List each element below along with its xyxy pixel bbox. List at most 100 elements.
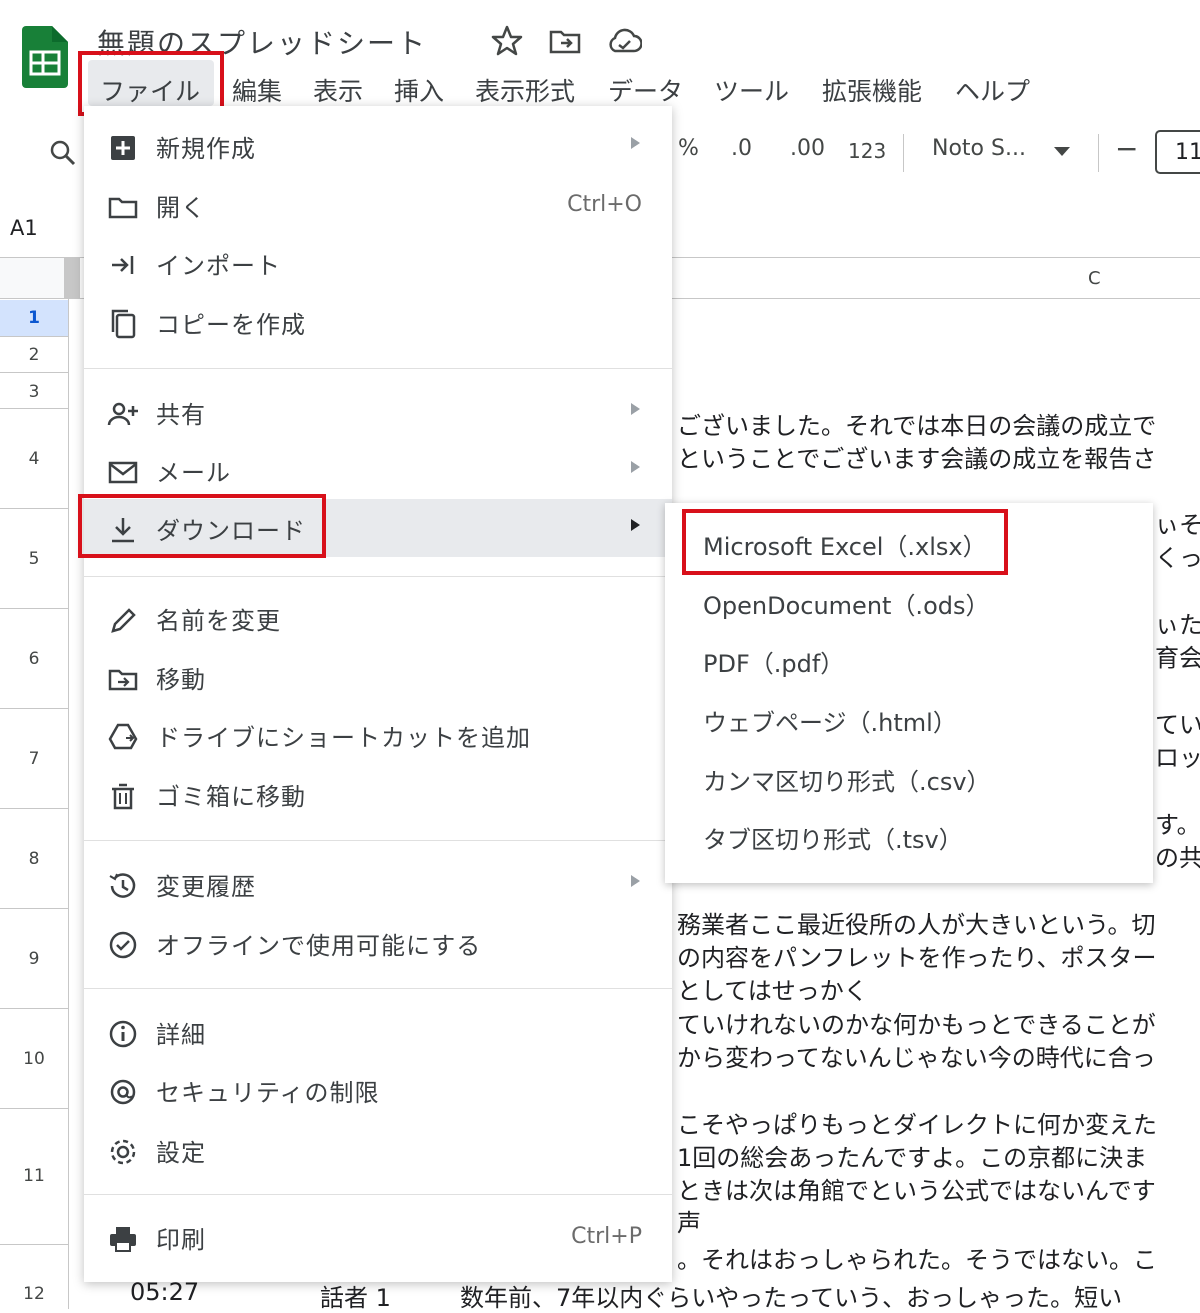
- menu-item-offline[interactable]: オフラインで使用可能にする: [104, 922, 664, 966]
- move-folder-icon: [106, 662, 140, 696]
- menu-item-move[interactable]: 移動: [104, 656, 664, 700]
- menu-item-rename[interactable]: 名前を変更: [104, 597, 664, 641]
- menu-divider: [84, 988, 672, 989]
- cell-text: 1回の総会あったんですよ。この京都に決ま: [677, 1144, 1148, 1172]
- menu-item-security[interactable]: セキュリティの制限: [104, 1069, 664, 1113]
- row-number-4[interactable]: 4: [0, 449, 68, 469]
- menu-item-details[interactable]: 詳細: [104, 1011, 664, 1055]
- row-divider: [0, 408, 68, 409]
- menu-item-import[interactable]: インポート: [104, 242, 664, 286]
- menu-label-version-history: 変更履歴: [156, 873, 256, 901]
- menu-item-email[interactable]: メール: [104, 449, 664, 493]
- increase-decimal-button[interactable]: .00: [790, 136, 825, 161]
- cell-time[interactable]: 05:27: [130, 1278, 199, 1306]
- cloud-status-icon[interactable]: [606, 24, 643, 58]
- cell-text: 。それはおっしゃられた。そうではない。こ: [677, 1246, 1157, 1274]
- font-size-input[interactable]: 11: [1155, 130, 1200, 174]
- folder-open-icon: [106, 190, 140, 224]
- cell-text: から変わってないんじゃない今の時代に合っ: [677, 1044, 1156, 1072]
- download-annotation-box: [78, 494, 326, 558]
- cell-text: ときは次は角館でという公式ではないんです: [677, 1177, 1156, 1205]
- menu-help[interactable]: ヘルプ: [945, 68, 1040, 112]
- cell-text: くっ: [1155, 544, 1200, 572]
- menu-label-settings: 設定: [156, 1139, 206, 1167]
- menu-extensions[interactable]: 拡張機能: [812, 68, 932, 112]
- number-format-button[interactable]: 123: [848, 139, 886, 163]
- cell-text: ということでございます会議の成立を報告さ: [677, 445, 1157, 473]
- menu-label-print: 印刷: [156, 1226, 206, 1254]
- chevron-down-icon[interactable]: [1054, 147, 1070, 156]
- download-csv[interactable]: カンマ区切り形式（.csv）: [703, 762, 991, 797]
- search-icon[interactable]: [46, 136, 80, 170]
- download-ods[interactable]: OpenDocument（.ods）: [703, 586, 990, 621]
- menu-label-security: セキュリティの制限: [156, 1079, 380, 1107]
- submenu-arrow-icon: [631, 137, 640, 149]
- row-number-2[interactable]: 2: [0, 345, 68, 365]
- menu-divider: [84, 840, 672, 841]
- decrease-decimal-button[interactable]: .0: [731, 136, 752, 161]
- submenu-arrow-icon: [631, 403, 640, 415]
- decrease-font-size-button[interactable]: −: [1115, 132, 1138, 165]
- row-number-10[interactable]: 10: [0, 1049, 68, 1069]
- select-all-corner[interactable]: [0, 258, 68, 298]
- row-divider: [0, 808, 68, 809]
- menu-divider: [84, 1194, 672, 1195]
- menu-label-email: メール: [156, 459, 231, 487]
- history-icon: [106, 869, 140, 903]
- row-number-3[interactable]: 3: [0, 382, 68, 402]
- row-number-9[interactable]: 9: [0, 949, 68, 969]
- menu-item-trash[interactable]: ゴミ箱に移動: [104, 773, 664, 817]
- row-number-12[interactable]: 12: [0, 1284, 68, 1304]
- row-number-5[interactable]: 5: [0, 549, 68, 569]
- menu-item-version-history[interactable]: 変更履歴: [104, 863, 664, 907]
- submenu-arrow-icon: [631, 519, 640, 531]
- menu-item-new[interactable]: 新規作成: [104, 125, 664, 169]
- download-pdf[interactable]: PDF（.pdf）: [703, 644, 844, 679]
- menu-label-offline: オフラインで使用可能にする: [156, 932, 482, 960]
- font-family-select[interactable]: Noto S...: [932, 136, 1026, 161]
- format-percent-button[interactable]: %: [678, 136, 699, 161]
- menu-tools[interactable]: ツール: [704, 68, 799, 112]
- menu-label-details: 詳細: [156, 1021, 206, 1049]
- menu-label-add-shortcut: ドライブにショートカットを追加: [156, 724, 531, 752]
- menu-item-share[interactable]: 共有: [104, 391, 664, 435]
- cell-text: ロッ: [1155, 744, 1200, 772]
- cell-text: の共: [1155, 844, 1200, 872]
- menu-item-add-shortcut[interactable]: ドライブにショートカットを追加: [104, 714, 664, 758]
- row-number-11[interactable]: 11: [0, 1166, 68, 1186]
- cell-speaker[interactable]: 話者 1: [320, 1278, 391, 1313]
- menu-item-open[interactable]: 開く Ctrl+O: [104, 184, 664, 228]
- star-icon[interactable]: [490, 24, 524, 58]
- row-number-7[interactable]: 7: [0, 749, 68, 769]
- download-tsv[interactable]: タブ区切り形式（.tsv）: [703, 820, 963, 855]
- row-divider: [0, 708, 68, 709]
- row-divider: [0, 908, 68, 909]
- shortcut-open: Ctrl+O: [567, 192, 642, 217]
- menu-item-copy[interactable]: コピーを作成: [104, 301, 664, 345]
- frozen-column-handle[interactable]: [64, 258, 80, 298]
- info-icon: [106, 1017, 140, 1051]
- menu-item-settings[interactable]: 設定: [104, 1129, 664, 1173]
- row-number-8[interactable]: 8: [0, 849, 68, 869]
- cell-text: 育会: [1155, 644, 1200, 672]
- column-header-c[interactable]: C: [1088, 268, 1101, 289]
- mail-icon: [106, 455, 140, 489]
- row-number-1[interactable]: 1: [0, 308, 68, 328]
- name-box[interactable]: A1: [10, 216, 38, 240]
- printer-icon: [106, 1222, 140, 1256]
- menu-label-trash: ゴミ箱に移動: [156, 783, 306, 811]
- menu-item-print[interactable]: 印刷 Ctrl+P: [104, 1216, 664, 1260]
- cell-transcript[interactable]: 数年前、7年以内ぐらいやったっていう、おっしゃった。短い: [460, 1278, 1122, 1313]
- row-divider: [0, 336, 68, 337]
- toolbar-divider: [1098, 134, 1099, 172]
- sheets-logo-icon[interactable]: [22, 26, 68, 88]
- cell-text: 務業者ここ最近役所の人が大きいという。切: [677, 911, 1156, 939]
- security-limits-icon: [106, 1075, 140, 1109]
- menu-label-share: 共有: [156, 401, 206, 429]
- row-number-6[interactable]: 6: [0, 649, 68, 669]
- download-html[interactable]: ウェブページ（.html）: [703, 703, 957, 738]
- submenu-arrow-icon: [631, 461, 640, 473]
- cell-text: ぃそ: [1155, 511, 1200, 539]
- move-folder-icon[interactable]: [548, 24, 582, 58]
- cell-text: す。: [1155, 811, 1200, 839]
